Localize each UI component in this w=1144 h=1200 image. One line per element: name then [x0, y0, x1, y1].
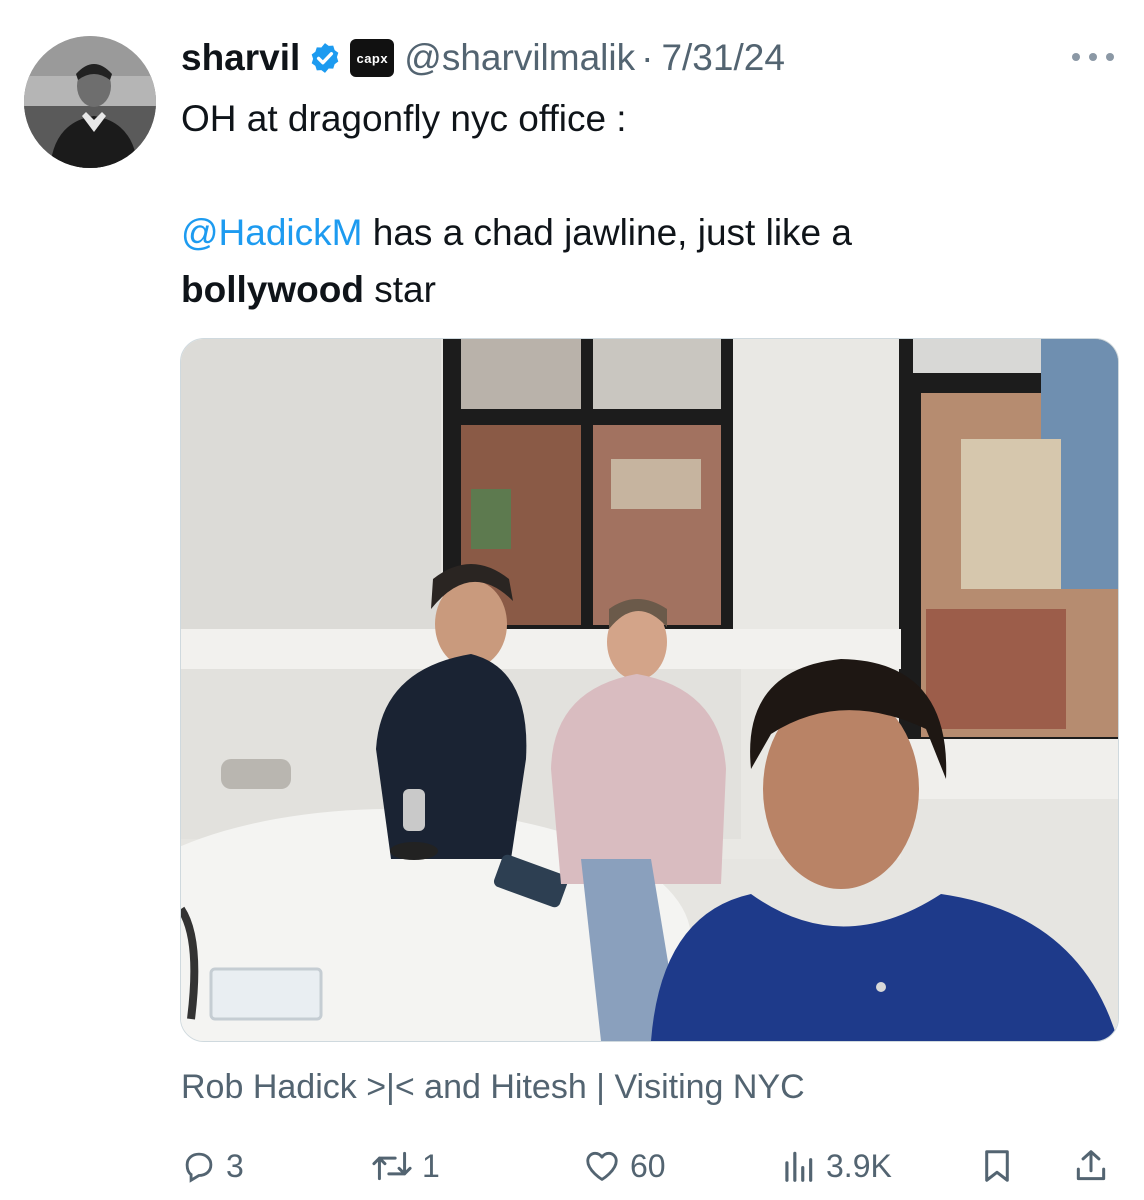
tweet-photo[interactable]	[180, 338, 1119, 1042]
views-icon	[778, 1147, 818, 1185]
verified-badge-icon[interactable]	[308, 41, 342, 75]
more-icon[interactable]	[1072, 44, 1114, 70]
repost-count: 1	[422, 1147, 440, 1184]
avatar-image	[24, 36, 156, 168]
action-bar: 3 1 60 3.9K	[180, 1140, 1116, 1192]
tweet-text-fragment: has a chad jawline, just like a	[362, 212, 852, 253]
tweet-text-blank	[181, 147, 1081, 204]
author-avatar[interactable]	[24, 36, 156, 168]
tweet-text-line: OH at dragonfly nyc office :	[181, 98, 627, 139]
tweet-date[interactable]: 7/31/24	[661, 37, 784, 79]
reply-icon	[180, 1147, 218, 1185]
author-handle[interactable]: @sharvilmalik	[404, 37, 635, 79]
tweet-text-line: bollywood star	[181, 261, 1081, 318]
like-icon	[582, 1147, 622, 1185]
share-icon	[1072, 1146, 1110, 1186]
tweet-header: sharvil capx @sharvilmalik · 7/31/24	[181, 34, 785, 82]
share-button[interactable]	[1072, 1140, 1110, 1192]
repost-icon	[370, 1147, 414, 1185]
bookmark-button[interactable]	[978, 1140, 1016, 1192]
tweet-text: OH at dragonfly nyc office : @HadickM ha…	[181, 90, 1081, 318]
tweet-text-line: @HadickM has a chad jawline, just like a	[181, 204, 1081, 261]
author-name[interactable]: sharvil	[181, 37, 300, 79]
tweet-text-fragment: star	[363, 269, 436, 310]
media-caption: Rob Hadick >|< and Hitesh | Visiting NYC	[181, 1068, 805, 1106]
views-button[interactable]: 3.9K	[778, 1140, 892, 1192]
bold-word: bollywood	[181, 269, 364, 310]
mention-link[interactable]: @HadickM	[181, 212, 362, 253]
repost-button[interactable]: 1	[370, 1140, 440, 1192]
header-separator: ·	[641, 37, 654, 78]
views-count: 3.9K	[826, 1147, 892, 1184]
bookmark-icon	[978, 1146, 1016, 1186]
like-count: 60	[630, 1147, 666, 1184]
photo-illustration	[181, 339, 1118, 1041]
like-button[interactable]: 60	[582, 1140, 666, 1192]
affiliate-badge[interactable]: capx	[350, 39, 395, 77]
reply-count: 3	[226, 1147, 244, 1184]
reply-button[interactable]: 3	[180, 1140, 244, 1192]
